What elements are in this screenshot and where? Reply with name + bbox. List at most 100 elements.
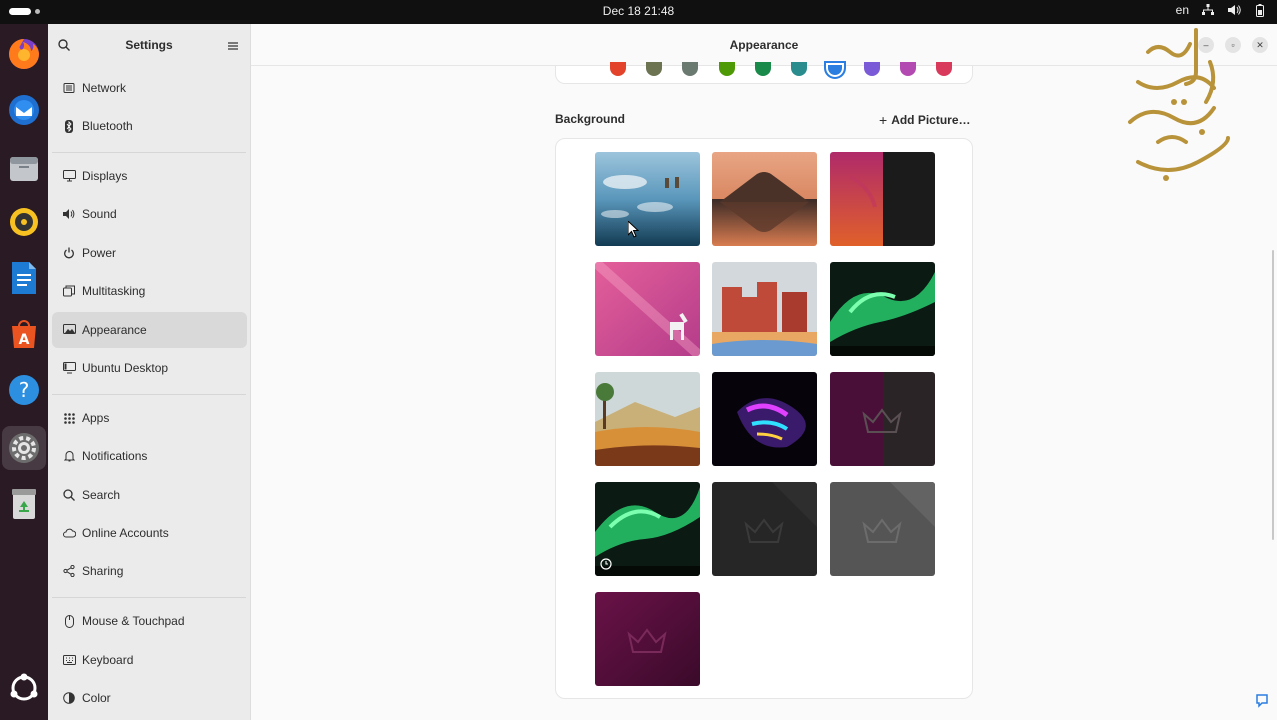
purple-crown-wallpaper[interactable] [595,592,700,686]
sidebar-item-label: Notifications [82,449,148,463]
sidebar-item-label: Appearance [82,323,147,337]
accent-swatch[interactable] [900,62,916,76]
background-label: Background [555,112,626,126]
keyboard-icon [62,653,76,667]
accent-swatch[interactable] [791,62,807,76]
sidebar-item-search[interactable]: Search [52,477,247,513]
multitasking-icon [62,284,76,298]
settings-icon[interactable] [2,426,46,470]
sidebar-item-label: Apps [82,411,110,425]
lake-reflection-wallpaper[interactable] [595,152,700,246]
sidebar-item-label: Color [82,691,111,705]
network-icon [62,81,76,95]
wallpaper-grid [555,138,973,699]
scrollbar[interactable] [1272,250,1274,540]
sidebar-item-label: Sound [82,207,117,221]
mountain-sunset-wallpaper[interactable] [712,152,817,246]
accent-swatch-selected[interactable] [824,61,846,79]
accent-swatch[interactable] [682,62,698,76]
close-button[interactable]: ✕ [1252,37,1268,53]
separator [52,152,246,153]
sidebar-item-displays[interactable]: Displays [52,158,247,194]
sidebar-item-label: Online Accounts [82,526,169,540]
sidebar-item-apps[interactable]: Apps [52,400,247,436]
battery-icon[interactable] [1253,3,1267,17]
sidebar-item-color[interactable]: Color [52,680,247,716]
share-icon [62,564,76,578]
system-tray[interactable]: en [1176,3,1267,17]
search-icon [62,488,76,502]
color-icon [62,691,76,705]
sidebar-title: Settings [125,38,173,52]
accent-swatch[interactable] [610,62,626,76]
sidebar-item-label: Bluetooth [82,119,133,133]
language-indicator[interactable]: en [1176,3,1189,17]
accent-swatch[interactable] [646,62,662,76]
help-icon[interactable]: ? [6,372,42,408]
sidebar-item-mouse-touchpad[interactable]: Mouse & Touchpad [52,603,247,639]
volume-icon[interactable] [1227,3,1241,17]
show-apps-icon[interactable] [6,670,42,706]
sidebar-item-label: Network [82,81,127,95]
separator [52,597,246,598]
sidebar-item-notifications[interactable]: Notifications [52,438,247,474]
thunderbird-icon[interactable] [6,92,42,128]
sidebar-item-sound[interactable]: Sound [52,196,247,232]
app-center-icon[interactable]: A [6,316,42,352]
accent-swatch[interactable] [755,62,771,76]
plus-icon: + [879,112,888,128]
firefox-icon[interactable] [6,36,42,72]
network-icon[interactable] [1201,3,1215,17]
gray-crown-wallpaper[interactable] [830,482,935,576]
clock[interactable]: Dec 18 21:48 [0,4,1277,18]
accent-swatch[interactable] [936,62,952,76]
top-bar: Dec 18 21:48 en [0,0,1277,24]
sidebar-item-label: Power [82,246,117,260]
rhythmbox-icon[interactable] [6,204,42,240]
calligraphy-logo [1118,22,1236,199]
glass-crystal-wallpaper[interactable] [712,372,817,466]
sidebar-item-multitasking[interactable]: Multitasking [52,273,247,309]
sidebar-item-appearance[interactable]: Appearance [52,312,247,348]
apps-icon [62,411,76,425]
sidebar-item-label: Keyboard [82,653,134,667]
sidebar-item-label: Ubuntu Desktop [82,361,169,375]
tooltip-icon[interactable] [1256,694,1268,713]
sidebar-item-ubuntu-desktop[interactable]: Ubuntu Desktop [52,350,247,386]
accent-swatch[interactable] [864,62,880,76]
sidebar-item-label: Search [82,488,121,502]
add-picture-label: Add Picture… [891,113,971,127]
separator [52,394,246,395]
red-dark-split-wallpaper[interactable] [830,152,935,246]
sidebar-item-online-accounts[interactable]: Online Accounts [52,515,247,551]
mouse-icon [62,614,76,628]
aurora-wallpaper[interactable] [830,262,935,356]
sidebar-item-power[interactable]: Power [52,235,247,271]
trash-icon[interactable] [6,486,42,522]
sidebar-item-network[interactable]: Network [52,70,247,106]
appearance-icon [62,323,76,337]
accent-color-card [555,61,973,84]
files-icon[interactable] [6,150,42,186]
aurora-timed-wallpaper[interactable] [595,482,700,576]
hamburger-menu-icon[interactable] [228,38,238,56]
dark-crown-wallpaper[interactable] [712,482,817,576]
dark-purple-crown-wallpaper[interactable] [830,372,935,466]
sidebar-item-label: Displays [82,169,128,183]
accent-swatch[interactable] [719,62,735,76]
sidebar-item-label: Multitasking [82,284,146,298]
display-icon [62,169,76,183]
sidebar-item-bluetooth[interactable]: Bluetooth [52,108,247,144]
mouse-pointer-icon [627,219,640,243]
sidebar-item-sharing[interactable]: Sharing [52,553,247,589]
pink-zebra-wallpaper[interactable] [595,262,700,356]
bluetooth-icon [62,119,76,133]
cloud-icon [62,526,76,540]
dock: A ? [0,24,48,720]
countryside-wallpaper[interactable] [595,372,700,466]
sidebar-item-keyboard[interactable]: Keyboard [52,642,247,678]
add-picture-button[interactable]: + Add Picture… [879,112,971,128]
desert-canyon-wallpaper[interactable] [712,262,817,356]
writer-icon[interactable] [6,260,42,296]
sidebar-item-label: Mouse & Touchpad [82,614,185,628]
